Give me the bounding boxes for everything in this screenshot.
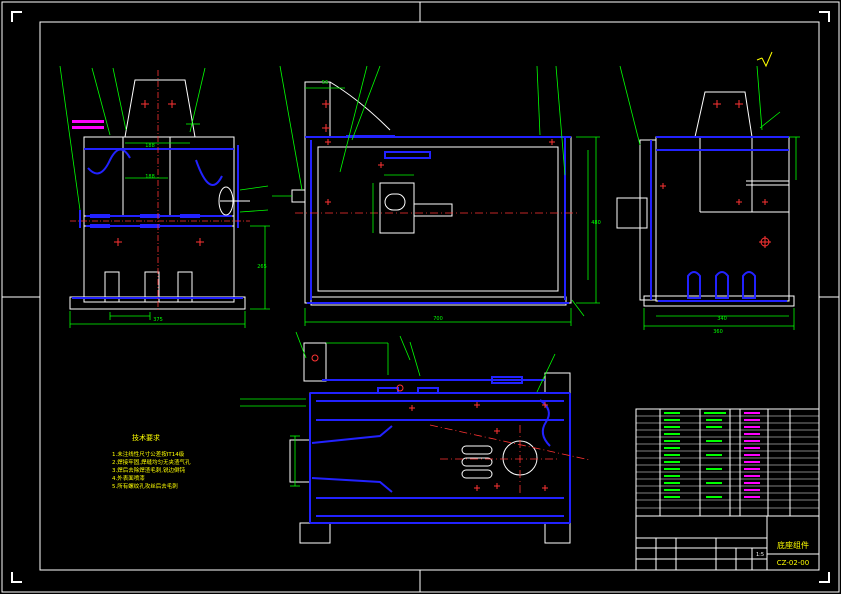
roughness-symbol bbox=[761, 51, 773, 68]
side-top-dim: 56 bbox=[322, 80, 328, 86]
top-view bbox=[240, 331, 591, 544]
engineering-drawing: 375 265 188 188 700 480 56 360 340 底座组件 … bbox=[1, 1, 840, 593]
drawing-number: CZ-02-00 bbox=[777, 559, 809, 567]
tech-notes-list: 1.未注线性尺寸公差按IT14级 2.焊接牢固,焊缝均匀无夹渣气孔 3.焊后去除焊渣… bbox=[112, 451, 191, 491]
side-width-dim: 700 bbox=[433, 316, 443, 322]
front-view bbox=[59, 65, 270, 328]
front-inner-dim: 188 bbox=[145, 174, 155, 180]
right-view bbox=[616, 51, 800, 330]
drawing-title: 底座组件 bbox=[777, 540, 809, 550]
right-width-dim: 360 bbox=[713, 329, 723, 335]
tech-note-line: 1.未注线性尺寸公差按IT14级 bbox=[112, 452, 185, 458]
tech-note-line: 4.外表面喷漆 bbox=[112, 476, 145, 482]
tech-note-line: 2.焊接牢固,焊缝均匀无夹渣气孔 bbox=[112, 460, 191, 466]
front-width-dim: 375 bbox=[153, 317, 163, 323]
side-view bbox=[272, 65, 600, 326]
tech-note-line: 3.焊后去除焊渣毛刺,锐边倒钝 bbox=[112, 468, 185, 474]
drawing-scale: 1:5 bbox=[756, 552, 764, 558]
side-height-dim: 480 bbox=[591, 220, 601, 226]
front-annot bbox=[72, 120, 104, 129]
tech-notes: 技术要求 1.未注线性尺寸公差按IT14级 2.焊接牢固,焊缝均匀无夹渣气孔 3.焊… bbox=[112, 433, 191, 491]
tech-notes-title: 技术要求 bbox=[132, 434, 160, 442]
front-top-dim: 188 bbox=[145, 143, 155, 149]
right-inner-dim: 340 bbox=[717, 316, 727, 322]
front-height-dim: 265 bbox=[257, 264, 267, 270]
tech-note-line: 5.所有螺纹孔攻丝后去毛刺 bbox=[112, 484, 178, 490]
